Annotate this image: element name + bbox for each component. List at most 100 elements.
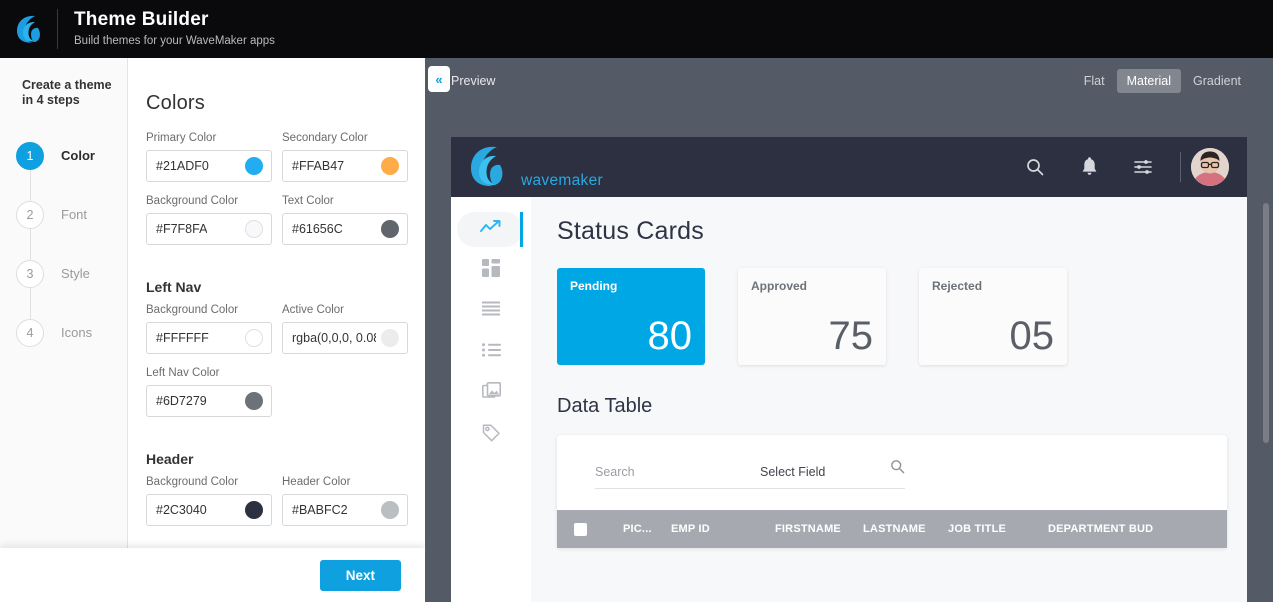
colors-form-panel: Colors Primary Color #21ADF0 Secondary C… [128, 58, 425, 602]
field-primary-color: Primary Color #21ADF0 [146, 131, 272, 182]
toggle-gradient[interactable]: Gradient [1183, 69, 1251, 93]
color-swatch[interactable] [381, 157, 399, 175]
nav-item-trending[interactable] [451, 209, 531, 250]
group-title-header: Header [146, 451, 425, 467]
nav-item-list[interactable] [451, 332, 531, 373]
preview-scrollbar[interactable] [1263, 203, 1269, 443]
sidebar-step-font[interactable]: 2 Font [0, 185, 127, 244]
sidebar-step-color[interactable]: 1 Color [0, 126, 127, 185]
nav-item-lines[interactable] [451, 291, 531, 332]
style-toggle-group: Flat Material Gradient [1074, 69, 1251, 93]
header-divider [1180, 152, 1181, 182]
bell-icon[interactable] [1062, 137, 1116, 197]
app-topbar: Theme Builder Build themes for your Wave… [0, 0, 1273, 58]
dashboard-grid-icon [482, 259, 500, 282]
color-swatch[interactable] [245, 220, 263, 238]
field-leftnav-background-color: Background Color #FFFFFF [146, 303, 272, 354]
color-value: #21ADF0 [156, 159, 209, 173]
bullet-list-icon [482, 343, 501, 362]
nav-item-dashboard[interactable] [451, 250, 531, 291]
avatar[interactable] [1191, 148, 1229, 186]
wavemaker-logo-icon [0, 0, 57, 58]
preview-header-actions [1008, 137, 1229, 197]
colors-base-group: Primary Color #21ADF0 Secondary Color #F… [146, 131, 425, 257]
step-connector-line [30, 286, 31, 321]
color-value: #6D7279 [156, 394, 207, 408]
nav-item-tag[interactable] [451, 414, 531, 455]
step-label-style: Style [61, 266, 90, 281]
preview-stage: « Preview Flat Material Gradient wavemak… [425, 58, 1273, 602]
background-color-input[interactable]: #F7F8FA [146, 213, 272, 245]
nav-item-gallery[interactable] [451, 373, 531, 414]
search-icon[interactable] [890, 459, 905, 479]
column-header-firstname[interactable]: FIRSTNAME [775, 523, 863, 535]
search-input[interactable]: Search [595, 465, 760, 479]
color-swatch[interactable] [245, 329, 263, 347]
leftnav-background-color-input[interactable]: #FFFFFF [146, 322, 272, 354]
preview-app-body: Status Cards Pending 80 Approved 75 Reje… [451, 197, 1247, 602]
field-leftnav-active-color: Active Color rgba(0,0,0, 0.08) [282, 303, 408, 354]
column-header-lastname[interactable]: LASTNAME [863, 523, 948, 535]
column-header-job-title[interactable]: JOB TITLE [948, 523, 1048, 535]
column-header-department-budget[interactable]: DEPARTMENT BUD [1048, 523, 1153, 535]
preview-label: Preview [451, 74, 495, 88]
sliders-icon[interactable] [1116, 137, 1170, 197]
preview-left-nav [451, 197, 531, 602]
field-label: Background Color [146, 303, 272, 317]
status-card-pending[interactable]: Pending 80 [557, 268, 705, 365]
toggle-flat[interactable]: Flat [1074, 69, 1115, 93]
step-number-badge: 4 [16, 319, 44, 347]
color-swatch[interactable] [245, 501, 263, 519]
toggle-material[interactable]: Material [1117, 69, 1181, 93]
column-header-pic[interactable]: PIC... [623, 523, 671, 535]
card-value: 75 [829, 313, 874, 359]
header-background-color-input[interactable]: #2C3040 [146, 494, 272, 526]
field-header-color: Header Color #BABFC2 [282, 475, 408, 526]
primary-color-input[interactable]: #21ADF0 [146, 150, 272, 182]
select-field-dropdown[interactable]: Select Field [760, 465, 890, 479]
card-label: Rejected [932, 279, 1054, 293]
wavemaker-logo-icon [465, 142, 519, 192]
color-swatch[interactable] [245, 392, 263, 410]
step-label-icons: Icons [61, 325, 92, 340]
table-search-row: Search Select Field [595, 459, 905, 489]
collapse-panel-icon[interactable]: « [428, 66, 450, 92]
step-number-badge: 2 [16, 201, 44, 229]
color-swatch[interactable] [381, 329, 399, 347]
color-swatch[interactable] [381, 501, 399, 519]
color-swatch[interactable] [381, 220, 399, 238]
card-value: 05 [1010, 313, 1055, 359]
step-number-badge: 3 [16, 260, 44, 288]
leftnav-active-color-input[interactable]: rgba(0,0,0, 0.08) [282, 322, 408, 354]
theme-builder-app: Theme Builder Build themes for your Wave… [0, 0, 1273, 602]
select-all-checkbox[interactable] [574, 523, 587, 536]
secondary-color-input[interactable]: #FFAB47 [282, 150, 408, 182]
header-color-input[interactable]: #BABFC2 [282, 494, 408, 526]
sidebar-step-style[interactable]: 3 Style [0, 244, 127, 303]
app-title: Theme Builder [74, 9, 275, 31]
wizard-footer: Next [0, 548, 425, 602]
field-label: Text Color [282, 194, 408, 208]
field-label: Active Color [282, 303, 408, 317]
sidebar-step-icons[interactable]: 4 Icons [0, 303, 127, 362]
color-swatch[interactable] [245, 157, 263, 175]
field-label: Primary Color [146, 131, 272, 145]
colors-header-group: Background Color #2C3040 Header Color #B… [146, 475, 425, 538]
leftnav-color-input[interactable]: #6D7279 [146, 385, 272, 417]
field-label: Header Color [282, 475, 408, 489]
column-header-emp-id[interactable]: EMP ID [671, 523, 775, 535]
status-cards-title: Status Cards [557, 217, 1247, 246]
field-leftnav-color: Left Nav Color #6D7279 [146, 366, 272, 417]
status-card-rejected[interactable]: Rejected 05 [919, 268, 1067, 365]
image-gallery-icon [482, 382, 501, 405]
step-label-color: Color [61, 148, 95, 163]
search-icon[interactable] [1008, 137, 1062, 197]
card-label: Approved [751, 279, 873, 293]
card-value: 80 [648, 313, 693, 359]
next-button[interactable]: Next [320, 560, 401, 591]
color-value: #61656C [292, 222, 343, 236]
status-cards-row: Pending 80 Approved 75 Rejected 05 [557, 268, 1247, 365]
status-card-approved[interactable]: Approved 75 [738, 268, 886, 365]
lines-icon [482, 301, 500, 322]
text-color-input[interactable]: #61656C [282, 213, 408, 245]
